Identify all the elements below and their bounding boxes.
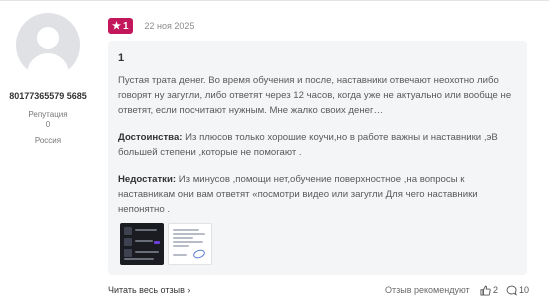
like-button[interactable]: 2 bbox=[480, 283, 498, 297]
chevron-right-icon: › bbox=[187, 285, 191, 295]
reputation-label: Репутация bbox=[28, 110, 68, 119]
comment-icon bbox=[506, 285, 517, 296]
comments-button[interactable]: 10 bbox=[506, 283, 529, 297]
review-text: Пустая трата денег. Во время обучения и … bbox=[118, 75, 512, 116]
thumbs-up-icon bbox=[480, 285, 491, 296]
cons-label: Недостатки: bbox=[118, 174, 177, 185]
avatar[interactable] bbox=[16, 13, 80, 77]
review-date: 22 ноя 2025 bbox=[144, 21, 195, 31]
review-body: 1 Пустая трата денег. Во время обучения … bbox=[108, 41, 527, 275]
avatar-body-shape bbox=[27, 53, 69, 77]
star-icon: ★ bbox=[112, 20, 121, 32]
signature-mark bbox=[191, 248, 207, 260]
attachment-thumbnail-document[interactable] bbox=[168, 223, 212, 265]
author-name[interactable]: 80177365579 5685 bbox=[8, 91, 88, 102]
comment-count: 10 bbox=[519, 285, 530, 295]
attachment-thumbnail-chat[interactable] bbox=[120, 223, 164, 265]
review-title: 1 bbox=[118, 52, 125, 64]
reputation-value: 0 bbox=[45, 120, 51, 129]
author-panel: 80177365579 5685 Репутация 0 Россия bbox=[8, 13, 88, 146]
author-country: Россия bbox=[34, 136, 62, 145]
rating-badge: ★ 1 bbox=[108, 18, 133, 34]
pros-section: Достоинства: Из плюсов только хорошие ко… bbox=[118, 130, 517, 160]
review-card: 80177365579 5685 Репутация 0 Россия ★ 1 … bbox=[0, 0, 549, 306]
recommend-label: Отзыв рекомендуют bbox=[385, 285, 470, 295]
avatar-head-shape bbox=[37, 27, 59, 49]
like-count: 2 bbox=[493, 285, 499, 295]
read-full-review-label: Читать весь отзыв bbox=[108, 285, 185, 295]
rating-value: 1 bbox=[122, 20, 129, 32]
review-attachments bbox=[120, 223, 212, 265]
cons-section: Недостатки: Из минусов ,помощи нет,обуче… bbox=[118, 172, 517, 217]
review-footer: Читать весь отзыв › Отзыв рекомендуют 2 … bbox=[108, 283, 529, 297]
review-header: ★ 1 22 ноя 2025 bbox=[108, 18, 194, 34]
read-full-review-link[interactable]: Читать весь отзыв › bbox=[108, 283, 190, 297]
pros-label: Достоинства: bbox=[118, 132, 183, 143]
